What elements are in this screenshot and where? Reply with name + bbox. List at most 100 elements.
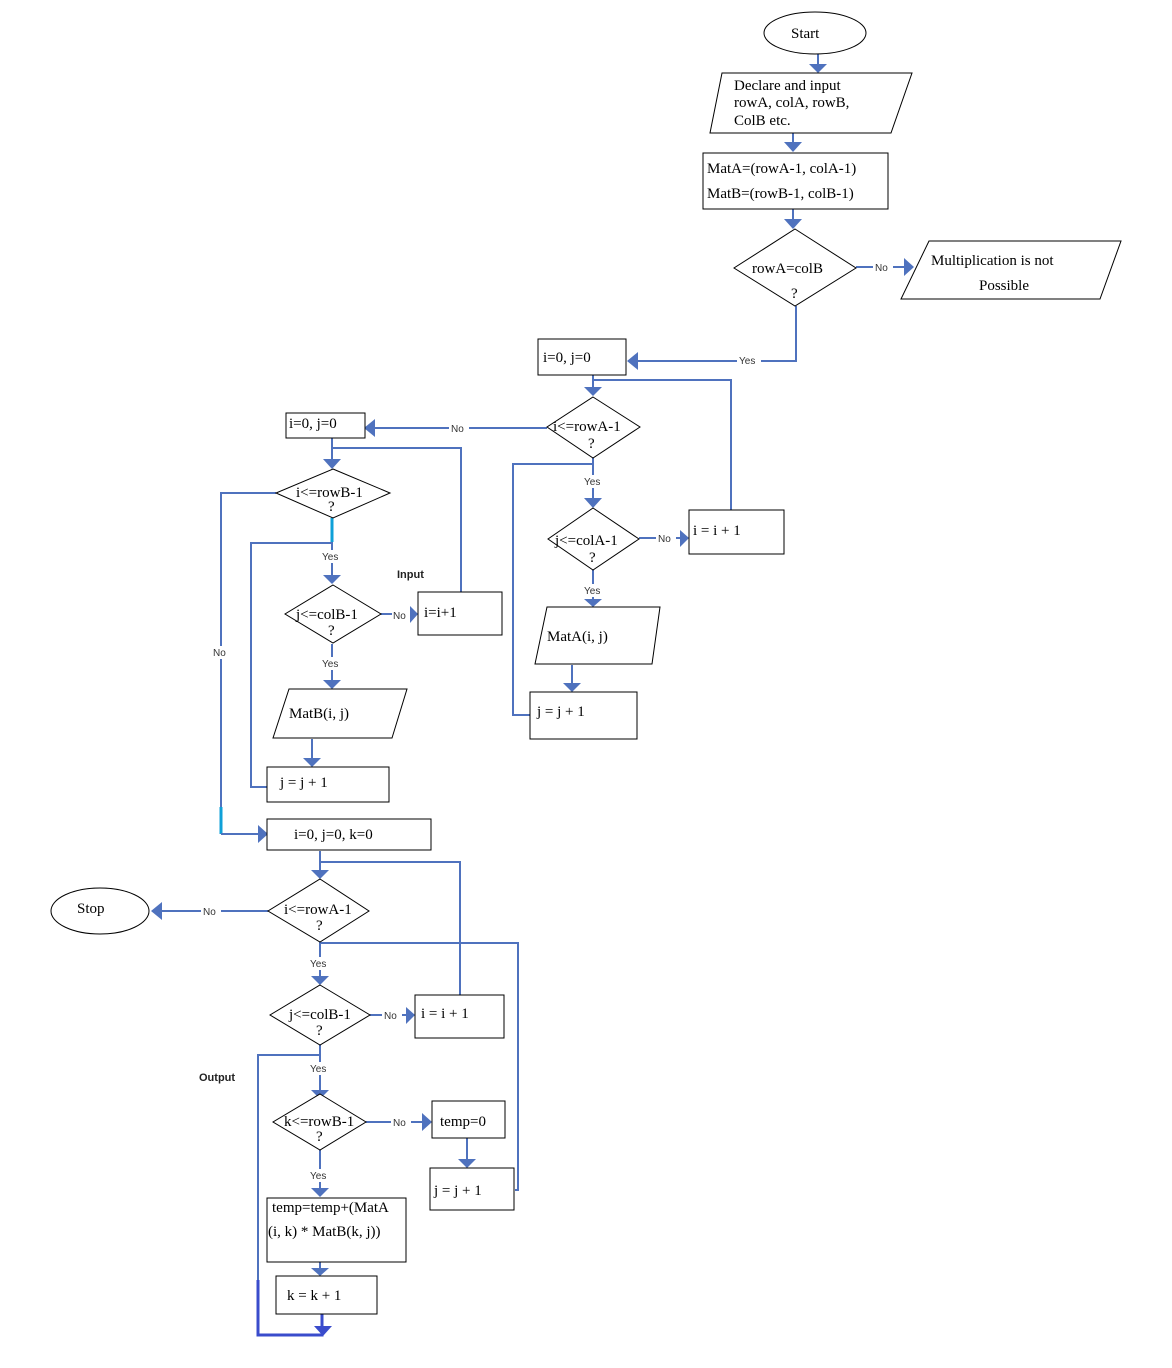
label-no: No [213,648,226,659]
label-no: No [875,263,888,274]
node-text: Start [791,26,820,42]
arrow-head [410,606,418,623]
node-text: ? [588,436,595,452]
node-inc-a-j: j = j + 1 [529,691,638,740]
label-no: No [393,611,406,622]
node-init-a: i=0, j=0 [537,338,627,376]
arrow-head [584,498,602,508]
node-text: i=0, j=0 [543,350,591,366]
node-stop: Stop [50,887,150,935]
node-start: Start [763,11,867,55]
node-text: MatA(i, j) [547,629,608,645]
flowchart-canvas: No Yes No Yes No Yes Yes No Yes No No Ye… [50,11,1122,1337]
node-inc-c-j: j = j + 1 [429,1167,515,1211]
node-cond-c-k: k<=rowB-1 ? [272,1093,367,1151]
node-text: j<=colA-1 [554,533,618,549]
label-yes: Yes [322,552,338,563]
arrow-head [458,1159,476,1168]
node-text: j = j + 1 [536,704,585,720]
node-text: ? [328,623,335,639]
node-text: i=0, j=0 [289,416,337,432]
arrow-head [904,258,914,276]
edge-inccj-loop [320,942,519,1191]
arrow-head [311,976,329,985]
node-cond-a-i: i<=rowA-1 ? [546,396,641,459]
arrow-head [563,683,581,692]
label-yes: Yes [322,659,338,670]
label-no: No [658,534,671,545]
node-text: ? [328,499,335,515]
node-text: (i, k) * MatB(k, j)) [268,1224,380,1240]
node-cond-c-j: j<=colB-1 ? [269,984,371,1046]
label-no: No [451,424,464,435]
node-inc-c-k: k = k + 1 [275,1275,378,1315]
node-declare: Declare and input rowA, colA, rowB, ColB… [709,72,913,134]
arrow-head [364,419,375,437]
node-text: MatA=(rowA-1, colA-1) [707,161,856,177]
edge-incaj-loop [512,463,593,716]
arrow-head [809,64,827,73]
node-init-b: i=0, j=0 [285,412,366,439]
node-text: j<=colB-1 [295,607,358,623]
section-label-input: Input [397,569,424,581]
label-yes: Yes [739,356,755,367]
node-text: ? [316,918,323,934]
arrow-head [406,1007,415,1024]
arrow-head [303,758,321,767]
node-init-c: i=0, j=0, k=0 [266,818,432,851]
node-text: i=i+1 [424,605,457,621]
node-inc-b-j: j = j + 1 [266,766,390,803]
arrow-head [784,142,802,152]
node-text: MatB=(rowB-1, colB-1) [707,186,854,202]
node-text: i<=rowA-1 [284,902,352,918]
node-check-dims: rowA=colB ? [733,228,857,307]
node-inc-b-i: i=i+1 [417,591,503,636]
node-text: Stop [77,901,105,917]
node-text: j<=colB-1 [288,1007,351,1023]
label-yes: Yes [584,477,600,488]
label-no: No [393,1118,406,1129]
node-text: i<=rowA-1 [553,419,621,435]
node-text: ? [316,1129,323,1145]
node-cond-a-j: j<=colA-1 ? [547,507,640,571]
node-text: i = i + 1 [693,523,741,539]
section-label-output: Output [199,1072,235,1084]
node-text: i=0, j=0, k=0 [294,827,373,843]
node-accumulate: temp=temp+(MatA (i, k) * MatB(k, j)) [266,1197,407,1263]
label-yes: Yes [310,1171,326,1182]
node-text: ? [316,1023,323,1039]
label-no: No [203,907,216,918]
arrow-head [584,599,602,607]
node-input-b: MatB(i, j) [272,688,408,739]
label-yes: Yes [310,1064,326,1075]
node-inc-c-i: i = i + 1 [414,994,505,1039]
arrow-head [311,870,329,879]
node-text: j = j + 1 [433,1183,482,1199]
node-cond-c-i: i<=rowA-1 ? [267,878,370,943]
node-text: MatB(i, j) [289,706,349,722]
arrow-head [311,1188,329,1197]
edge-check-yes [628,306,797,362]
node-alloc: MatA=(rowA-1, colA-1) MatB=(rowB-1, colB… [702,152,889,210]
node-text: rowA=colB [752,261,823,277]
node-input-a: MatA(i, j) [534,606,661,665]
arrow-head [323,575,341,584]
label-yes: Yes [584,586,600,597]
edge-incbj-loop [250,542,332,788]
arrow-head [422,1113,432,1131]
node-text: Possible [979,278,1029,294]
node-not-possible: Multiplication is not Possible [900,240,1122,300]
node-text: temp=temp+(MatA [272,1200,389,1216]
arrow-head [323,459,341,469]
arrow-head [784,219,802,229]
node-text: j = j + 1 [279,775,328,791]
node-text: i = i + 1 [421,1006,469,1022]
node-reset-temp: temp=0 [431,1100,506,1139]
node-text: Multiplication is not [931,253,1054,269]
node-text: temp=0 [440,1114,486,1130]
node-inc-a-i: i = i + 1 [688,509,785,555]
node-text: k = k + 1 [287,1288,341,1304]
node-text: Declare and input [734,78,841,94]
arrow-head [151,902,162,920]
arrow-head [627,352,638,370]
